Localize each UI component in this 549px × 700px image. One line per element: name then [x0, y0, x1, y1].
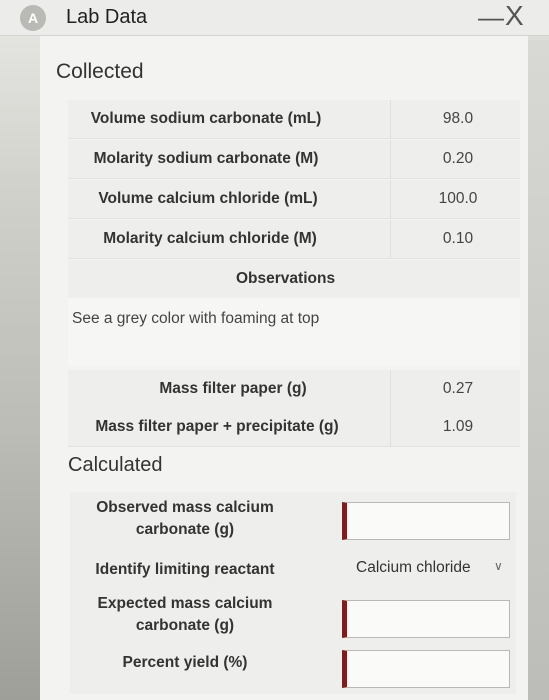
calc-row-percent-yield: Percent yield (%) — [70, 648, 516, 694]
row-value: 0.20 — [442, 150, 474, 167]
column-divider — [390, 100, 391, 139]
close-button[interactable]: X — [505, 0, 524, 32]
row-label: Mass filter paper + precipitate (g) — [95, 418, 339, 435]
calc-label-line-2: carbonate (g) — [135, 617, 235, 634]
minimize-button[interactable]: — — [478, 2, 504, 33]
flask-icon: A — [20, 5, 46, 31]
collected-heading: Collected — [56, 60, 144, 83]
title-bar: A Lab Data — X — [0, 0, 549, 36]
window-title: Lab Data — [66, 6, 148, 28]
row-value: 1.09 — [442, 418, 474, 435]
row-value: 0.27 — [442, 380, 474, 397]
observations-header: Observations — [68, 260, 520, 298]
calc-row-limiting-reactant: Identify limiting reactant Calcium chlor… — [70, 548, 516, 592]
data-row: Volume sodium carbonate (mL) 98.0 — [68, 100, 520, 139]
calc-label: Percent yield (%) — [122, 654, 248, 671]
calc-label: Expected mass calcium carbonate (g) — [80, 593, 290, 637]
column-divider — [390, 140, 391, 179]
row-value: 100.0 — [438, 190, 478, 207]
select-value: Calcium chloride — [356, 559, 471, 576]
calc-row-expected-mass: Expected mass calcium carbonate (g) — [70, 592, 516, 648]
column-divider — [390, 370, 391, 409]
calc-label-line-1: Observed mass calcium — [96, 499, 274, 516]
column-divider — [390, 220, 391, 259]
observations-heading: Observations — [236, 270, 336, 287]
calc-row-observed-mass: Observed mass calcium carbonate (g) — [70, 492, 516, 548]
chevron-down-icon: ∨ — [494, 559, 503, 573]
data-row: Volume calcium chloride (mL) 100.0 — [68, 180, 520, 219]
row-label: Molarity calcium chloride (M) — [103, 230, 317, 247]
observed-mass-input[interactable] — [342, 502, 510, 540]
row-label: Molarity sodium carbonate (M) — [93, 150, 319, 167]
expected-mass-input[interactable] — [342, 600, 510, 638]
row-value: 0.10 — [442, 230, 474, 247]
calculated-heading: Calculated — [68, 454, 163, 476]
observations-text-box: See a grey color with foaming at top — [68, 298, 520, 366]
lab-data-window: A Lab Data — X Collected Volume sodium c… — [0, 0, 549, 700]
row-value: 98.0 — [442, 110, 474, 127]
row-label: Volume sodium carbonate (mL) — [90, 110, 322, 127]
row-label: Mass filter paper (g) — [159, 380, 307, 397]
calc-label-line-2: carbonate (g) — [135, 521, 235, 538]
data-row: Mass filter paper (g) 0.27 — [68, 370, 520, 409]
calc-label-line-1: Expected mass calcium — [97, 595, 273, 612]
column-divider — [390, 408, 391, 447]
lab-data-panel: Collected Volume sodium carbonate (mL) 9… — [40, 36, 528, 700]
row-label: Volume calcium chloride (mL) — [98, 190, 318, 207]
percent-yield-input[interactable] — [342, 650, 510, 688]
calc-label: Observed mass calcium carbonate (g) — [80, 497, 290, 541]
data-row: Molarity sodium carbonate (M) 0.20 — [68, 140, 520, 179]
observations-text: See a grey color with foaming at top — [72, 310, 320, 327]
data-row: Molarity calcium chloride (M) 0.10 — [68, 220, 520, 259]
limiting-reactant-select[interactable]: Calcium chloride ∨ — [70, 559, 516, 583]
column-divider — [390, 180, 391, 219]
data-row: Mass filter paper + precipitate (g) 1.09 — [68, 408, 520, 447]
